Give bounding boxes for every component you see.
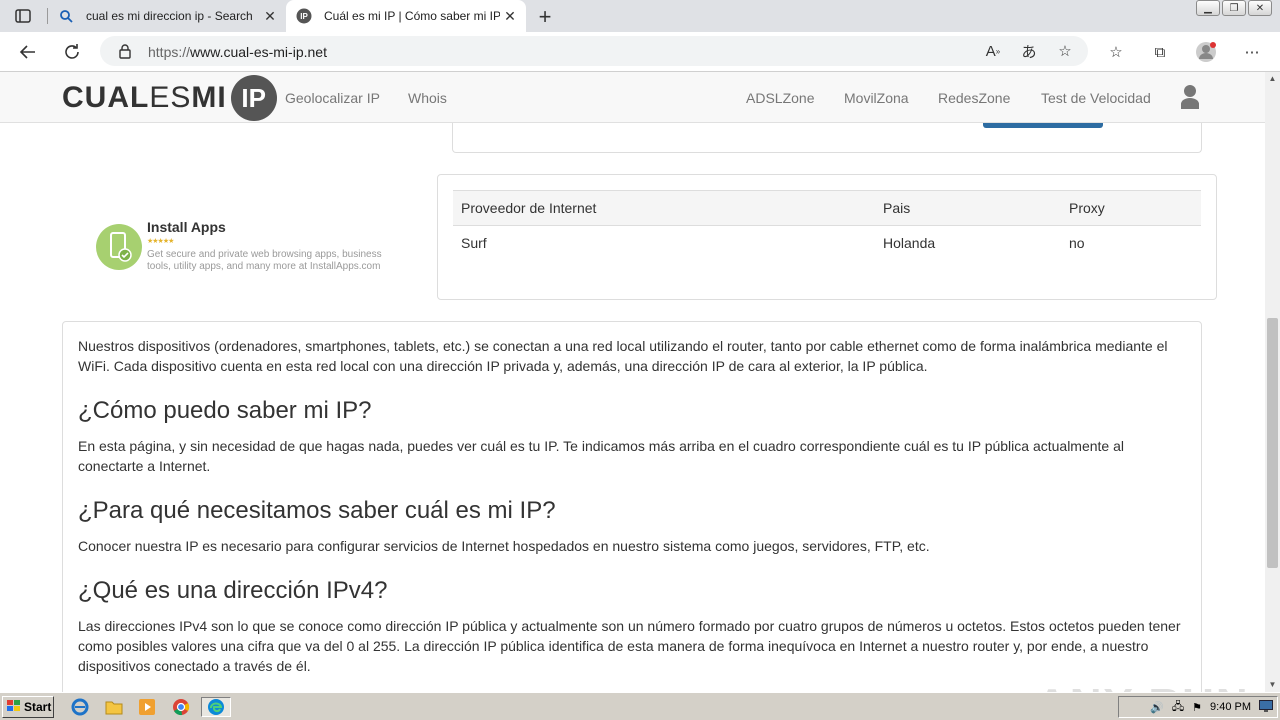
heading-que-es-ipv4: ¿Qué es una dirección IPv4? <box>78 577 388 604</box>
article-card: Nuestros dispositivos (ordenadores, smar… <box>62 321 1202 692</box>
search-icon <box>58 8 74 24</box>
close-window-icon[interactable]: ✕ <box>1248 0 1272 16</box>
cell-pais: Holanda <box>883 235 936 251</box>
url-host: www.cual-es-mi-ip.net <box>190 44 327 60</box>
ip-favicon-icon: IP <box>296 8 312 24</box>
header-pais: Pais <box>875 190 1061 226</box>
ad-title: Install Apps <box>147 219 226 235</box>
clock[interactable]: 9:40 PM <box>1210 701 1251 713</box>
logo-es: ES <box>149 81 192 114</box>
nav-whois[interactable]: Whois <box>408 90 447 106</box>
paragraph-como-saber-ip: En esta página, y sin necesidad de que h… <box>78 438 1125 474</box>
cell-proxy: no <box>1069 235 1085 251</box>
tab-title: Cuál es mi IP | Cómo saber mi IP <box>324 9 500 23</box>
table-row: Surf Holanda no <box>453 226 1201 261</box>
media-player-icon[interactable] <box>135 697 159 717</box>
scrollbar-thumb[interactable] <box>1267 318 1278 568</box>
phone-check-icon <box>96 224 142 270</box>
collections-icon[interactable]: ⧉ <box>1149 41 1171 63</box>
back-icon[interactable] <box>16 40 40 64</box>
ad-rating-stars: ★★★★★ <box>147 238 174 245</box>
edge-icon[interactable] <box>201 697 231 717</box>
flag-icon[interactable]: ⚑ <box>1192 701 1202 714</box>
site-logo[interactable]: CUALESMI IP <box>62 75 277 121</box>
window-controls: ▁ ❐ ✕ <box>1196 0 1272 18</box>
paragraph-para-que: Conocer nuestra IP es necesario para con… <box>78 538 930 554</box>
restore-icon[interactable]: ❐ <box>1222 0 1246 16</box>
scroll-up-icon[interactable]: ▲ <box>1265 72 1280 86</box>
ip-info-card: Proveedor de Internet Pais Proxy Surf Ho… <box>437 174 1217 300</box>
file-explorer-icon[interactable] <box>102 697 126 717</box>
start-label: Start <box>24 700 52 714</box>
page-scrollbar[interactable]: ▲ ▼ <box>1265 72 1280 692</box>
chrome-icon[interactable] <box>169 697 193 717</box>
page-viewport: CUALESMI IP Geolocalizar IP Whois ADSLZo… <box>0 72 1265 692</box>
tab-search[interactable]: cual es mi direccion ip - Search ✕ <box>48 0 286 32</box>
user-icon[interactable] <box>1180 84 1200 110</box>
logo-cual: CUAL <box>62 81 150 114</box>
heading-para-que: ¿Para qué necesitamos saber cuál es mi I… <box>78 497 556 524</box>
system-tray: 🔊 🖧 ⚑ 9:40 PM <box>1118 696 1278 718</box>
anyrun-watermark: ANY RUN <box>1036 680 1250 692</box>
url-scheme: https:// <box>148 44 191 60</box>
address-bar-row: https://www.cual-es-mi-ip.net A» あ ☆ ☆ ⧉… <box>0 32 1280 72</box>
svg-text:IP: IP <box>300 12 308 21</box>
lock-icon[interactable] <box>118 43 132 64</box>
logo-mi: MI <box>191 81 227 114</box>
header-proxy: Proxy <box>1061 190 1201 226</box>
ip-card-button[interactable] <box>983 123 1103 128</box>
nav-geolocalizar-ip[interactable]: Geolocalizar IP <box>285 90 380 106</box>
windows-logo-icon <box>7 699 21 715</box>
close-tab-icon[interactable]: ✕ <box>500 8 520 25</box>
site-navbar: CUALESMI IP Geolocalizar IP Whois ADSLZo… <box>0 72 1265 123</box>
show-desktop-icon[interactable] <box>1259 699 1273 715</box>
header-proveedor: Proveedor de Internet <box>453 190 875 226</box>
start-button[interactable]: Start <box>2 696 54 718</box>
article-intro: Nuestros dispositivos (ordenadores, smar… <box>78 338 1168 374</box>
table-header-row: Proveedor de Internet Pais Proxy <box>453 190 1201 226</box>
url-text: https://www.cual-es-mi-ip.net <box>148 44 327 60</box>
nav-redeszone[interactable]: RedesZone <box>938 90 1010 106</box>
new-tab-icon[interactable]: + <box>534 4 556 30</box>
logo-text: CUALESMI <box>62 81 227 115</box>
install-apps-ad[interactable]: Install Apps ★★★★★ Get secure and privat… <box>96 217 396 277</box>
nav-movilzona[interactable]: MovilZona <box>844 90 909 106</box>
read-aloud-icon[interactable]: A» <box>982 40 1004 62</box>
translate-icon[interactable]: あ <box>1018 40 1040 62</box>
ad-description: Get secure and private web browsing apps… <box>147 249 382 272</box>
tab-actions-icon[interactable] <box>14 7 32 25</box>
tab-bar: cual es mi direccion ip - Search ✕ IP Cu… <box>0 0 1280 32</box>
address-bar[interactable]: https://www.cual-es-mi-ip.net A» あ ☆ <box>100 36 1088 66</box>
favorites-icon[interactable]: ☆ <box>1105 41 1127 63</box>
cell-proveedor: Surf <box>461 235 487 251</box>
heading-como-saber-ip: ¿Cómo puedo saber mi IP? <box>78 397 372 424</box>
add-favorite-icon[interactable]: ☆ <box>1054 40 1076 62</box>
windows-taskbar: Start 🔊 🖧 ⚑ 9:40 PM <box>0 692 1280 720</box>
ip-info-table: Proveedor de Internet Pais Proxy Surf Ho… <box>453 190 1201 260</box>
tab-cual-es-mi-ip[interactable]: IP Cuál es mi IP | Cómo saber mi IP ✕ <box>286 0 526 32</box>
logo-ip-circle: IP <box>230 75 277 121</box>
paragraph-que-es-ipv4: Las direcciones IPv4 son lo que se conoc… <box>78 618 1181 674</box>
minimize-icon[interactable]: ▁ <box>1196 0 1220 16</box>
nav-test-de-velocidad[interactable]: Test de Velocidad <box>1041 90 1151 106</box>
close-tab-icon[interactable]: ✕ <box>260 8 280 25</box>
nav-adslzone[interactable]: ADSLZone <box>746 90 814 106</box>
scroll-down-icon[interactable]: ▼ <box>1265 678 1280 692</box>
ip-card-bottom <box>452 123 1202 153</box>
profile-avatar-icon[interactable] <box>1195 41 1217 63</box>
network-icon[interactable]: 🖧 <box>1172 698 1184 717</box>
refresh-icon[interactable] <box>60 40 84 64</box>
volume-icon[interactable]: 🔊 <box>1150 701 1164 714</box>
internet-explorer-icon[interactable] <box>68 697 92 717</box>
tab-title: cual es mi direccion ip - Search <box>86 9 253 23</box>
more-options-icon[interactable]: ⋯ <box>1241 41 1263 63</box>
